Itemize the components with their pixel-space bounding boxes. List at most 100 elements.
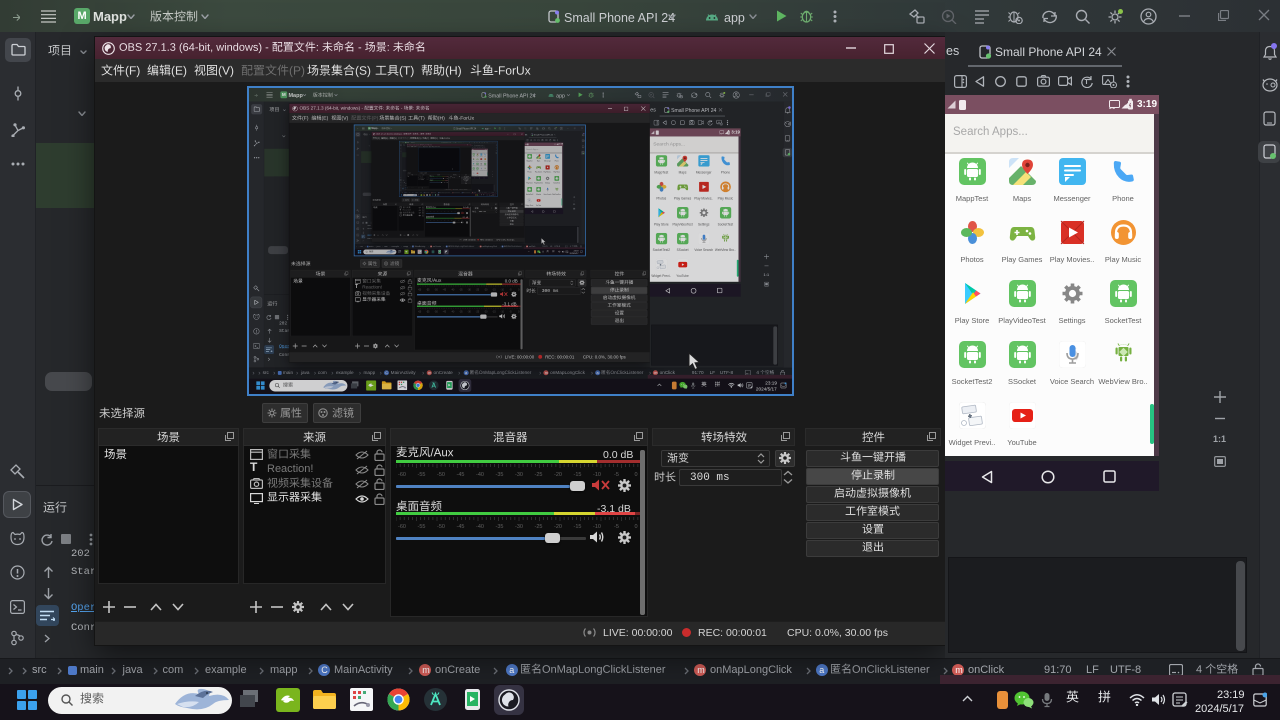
svg-text:-55: -55: [426, 289, 430, 290]
svg-text:-60: -60: [430, 181, 431, 182]
svg-text:-25: -25: [476, 289, 480, 290]
svg-text:-50: -50: [433, 220, 435, 221]
svg-text:0: 0: [634, 472, 637, 477]
svg-text:-40: -40: [451, 311, 455, 312]
svg-text:-35: -35: [459, 311, 463, 312]
svg-text:-50: -50: [433, 181, 434, 182]
svg-text:-5: -5: [614, 472, 619, 477]
svg-text:-40: -40: [451, 289, 455, 290]
svg-text:-10: -10: [593, 524, 601, 529]
svg-text:-55: -55: [426, 311, 430, 312]
svg-text:-10: -10: [445, 177, 446, 178]
svg-text:-10: -10: [593, 472, 601, 477]
svg-text:-35: -35: [496, 472, 504, 477]
svg-text:-55: -55: [430, 210, 432, 211]
svg-text:-40: -40: [440, 220, 442, 221]
svg-text:-25: -25: [535, 524, 543, 529]
svg-text:-35: -35: [444, 210, 446, 211]
svg-text:-15: -15: [458, 220, 460, 221]
svg-text:-15: -15: [443, 181, 444, 182]
svg-text:-10: -10: [501, 311, 505, 312]
svg-text:-5: -5: [446, 181, 447, 182]
svg-text:0: 0: [448, 177, 449, 178]
svg-text:-45: -45: [434, 181, 435, 182]
svg-text:-50: -50: [437, 472, 445, 477]
svg-text:-35: -35: [459, 289, 463, 290]
svg-text:-15: -15: [574, 524, 582, 529]
svg-text:-45: -45: [437, 220, 439, 221]
svg-text:-25: -25: [476, 311, 480, 312]
svg-text:-25: -25: [451, 220, 453, 221]
svg-text:-35: -35: [444, 220, 446, 221]
svg-text:-60: -60: [398, 524, 406, 529]
svg-text:-15: -15: [458, 210, 460, 211]
svg-text:-5: -5: [509, 289, 512, 290]
svg-text:-55: -55: [431, 181, 432, 182]
svg-text:-30: -30: [515, 472, 523, 477]
svg-text:-30: -30: [439, 177, 440, 178]
svg-text:0: 0: [634, 524, 637, 529]
svg-text:-45: -45: [443, 289, 447, 290]
svg-text:-30: -30: [467, 289, 471, 290]
svg-text:-40: -40: [440, 210, 442, 211]
svg-text:-50: -50: [433, 177, 434, 178]
svg-text:-15: -15: [492, 311, 496, 312]
svg-text:-45: -45: [443, 311, 447, 312]
svg-text:-20: -20: [442, 177, 443, 178]
svg-text:-55: -55: [418, 524, 426, 529]
svg-text:-5: -5: [465, 220, 466, 221]
svg-text:-20: -20: [554, 524, 562, 529]
svg-text:-45: -45: [457, 524, 465, 529]
svg-text:-10: -10: [445, 181, 446, 182]
svg-text:-60: -60: [426, 210, 428, 211]
svg-text:-10: -10: [501, 289, 505, 290]
svg-text:-25: -25: [535, 472, 543, 477]
svg-text:-30: -30: [515, 524, 523, 529]
svg-text:-50: -50: [437, 524, 445, 529]
svg-text:-40: -40: [476, 524, 484, 529]
svg-text:-40: -40: [436, 177, 437, 178]
svg-text:-40: -40: [436, 181, 437, 182]
svg-text:-30: -30: [467, 311, 471, 312]
svg-text:0: 0: [518, 311, 520, 312]
svg-text:-40: -40: [476, 472, 484, 477]
svg-text:-10: -10: [461, 210, 463, 211]
svg-text:-55: -55: [431, 177, 432, 178]
svg-text:-35: -35: [496, 524, 504, 529]
svg-text:-60: -60: [426, 220, 428, 221]
svg-text:-50: -50: [434, 311, 438, 312]
svg-text:-55: -55: [430, 220, 432, 221]
svg-text:-20: -20: [484, 311, 488, 312]
svg-text:-20: -20: [442, 181, 443, 182]
svg-text:-5: -5: [465, 210, 466, 211]
svg-text:0: 0: [518, 289, 520, 290]
svg-text:-25: -25: [440, 177, 441, 178]
svg-text:-60: -60: [398, 472, 406, 477]
svg-text:-15: -15: [443, 177, 444, 178]
svg-text:-45: -45: [437, 210, 439, 211]
svg-text:0: 0: [469, 210, 470, 211]
svg-text:-50: -50: [434, 289, 438, 290]
svg-text:-30: -30: [447, 220, 449, 221]
svg-text:-25: -25: [440, 181, 441, 182]
svg-text:-20: -20: [454, 210, 456, 211]
svg-text:-25: -25: [451, 210, 453, 211]
svg-text:-60: -60: [418, 311, 422, 312]
svg-text:-10: -10: [461, 220, 463, 221]
svg-text:-35: -35: [437, 181, 438, 182]
svg-text:0: 0: [469, 220, 470, 221]
svg-text:-30: -30: [439, 181, 440, 182]
svg-text:-20: -20: [454, 220, 456, 221]
svg-text:-55: -55: [418, 472, 426, 477]
svg-text:-20: -20: [554, 472, 562, 477]
svg-text:-60: -60: [418, 289, 422, 290]
svg-text:-50: -50: [433, 210, 435, 211]
svg-text:-45: -45: [457, 472, 465, 477]
svg-text:-15: -15: [574, 472, 582, 477]
svg-text:-35: -35: [437, 177, 438, 178]
svg-text:-5: -5: [614, 524, 619, 529]
svg-text:-20: -20: [484, 289, 488, 290]
svg-text:-60: -60: [430, 177, 431, 178]
svg-text:-5: -5: [509, 311, 512, 312]
svg-text:0: 0: [448, 181, 449, 182]
